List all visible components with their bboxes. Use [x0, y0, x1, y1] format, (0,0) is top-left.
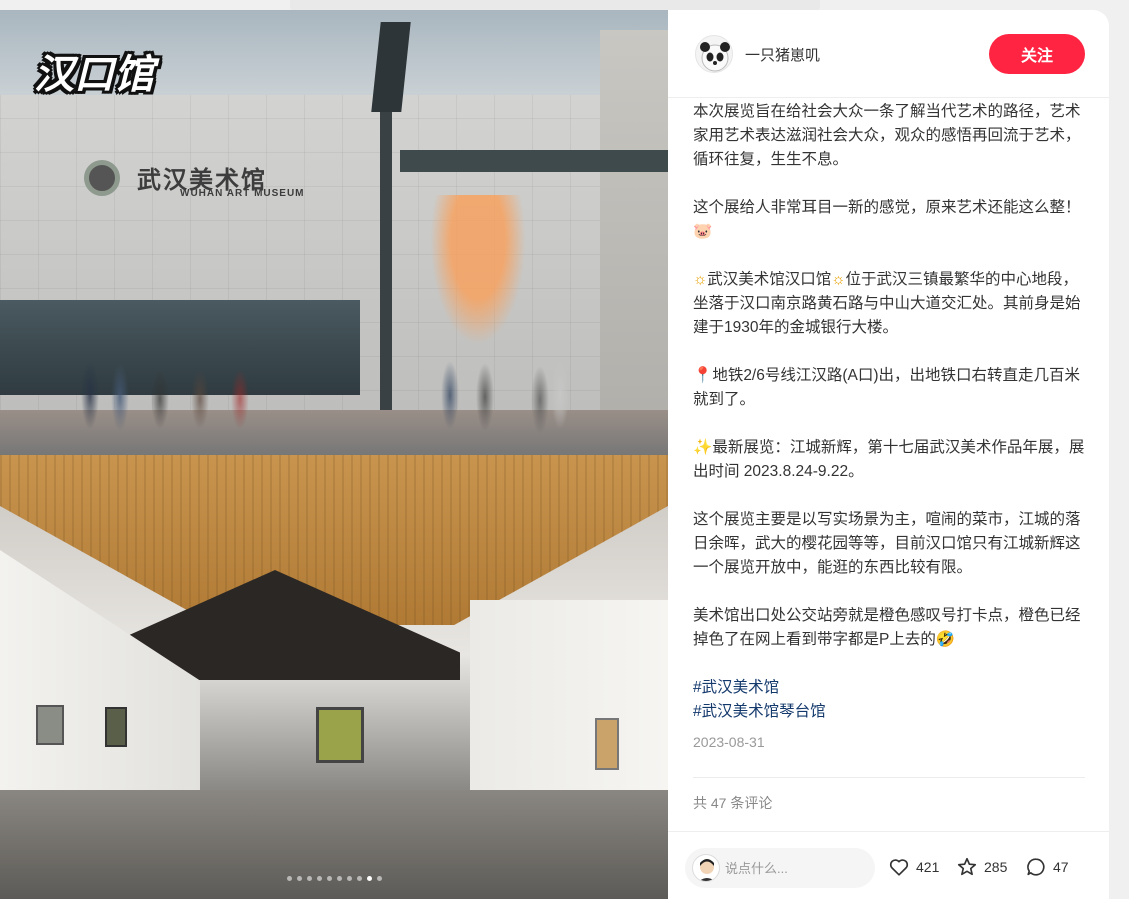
star-icon — [957, 857, 977, 876]
like-count: 421 — [916, 859, 940, 875]
sparkles-emoji-icon: ✨ — [693, 439, 713, 456]
collect-button[interactable]: 285 — [956, 856, 1007, 878]
image-overlay-title: 汉口馆 — [34, 53, 154, 97]
post-paragraph: 这个展给人非常耳目一新的感觉，原来艺术还能这么整！ 🐷 — [693, 199, 1081, 240]
post-side-panel: 一只猪崽叽 关注 本次展览旨在给社会大众一条了解当代艺术的路径，艺术家用艺术表达… — [668, 10, 1109, 899]
carousel-dot[interactable] — [316, 876, 322, 881]
hashtag-link[interactable]: #武汉美术馆琴台馆 — [693, 700, 1088, 724]
sun-emoji-icon: ☼ — [831, 271, 846, 288]
sun-emoji-icon: ☼ — [693, 271, 708, 288]
author-bar: 一只猪崽叽 关注 — [668, 10, 1109, 98]
chat-bubble-icon — [1027, 858, 1045, 876]
carousel-indicator — [0, 876, 668, 881]
carousel-dot[interactable] — [346, 876, 352, 881]
author-name[interactable]: 一只猪崽叽 — [745, 44, 820, 65]
carousel-dot[interactable] — [376, 876, 382, 881]
comment-count: 共 47 条评论 — [693, 795, 773, 811]
engagement-bar: 421 285 47 — [668, 831, 1109, 899]
comment-count-short: 47 — [1053, 859, 1069, 875]
post-paragraph: ✨最新展览：江城新辉，第十七届武汉美术作品年展，展出时间 2023.8.24-9… — [693, 439, 1085, 480]
pig-emoji-icon: 🐷 — [693, 223, 713, 240]
carousel-dot[interactable] — [366, 876, 372, 881]
post-detail-card: 武汉美术馆 WUHAN ART MUSEUM 汉口馆 一只猪崽叽 关注 本次展览… — [0, 10, 1109, 899]
highlight-name: 武汉美术馆汉口馆 — [707, 271, 832, 288]
carousel-dot[interactable] — [286, 876, 292, 881]
carousel-dot[interactable] — [306, 876, 312, 881]
post-date: 2023-08-31 — [693, 734, 765, 750]
collect-count: 285 — [984, 859, 1008, 875]
carousel-dot[interactable] — [326, 876, 332, 881]
comment-box[interactable] — [685, 848, 875, 888]
post-content: 本次展览旨在给社会大众一条了解当代艺术的路径，艺术家用艺术表达滋润社会大众，观众… — [693, 100, 1088, 724]
museum-sign-en: WUHAN ART MUSEUM — [180, 188, 305, 199]
hashtag-link[interactable]: #武汉美术馆 — [693, 676, 1088, 700]
like-button[interactable]: 421 — [888, 856, 939, 878]
post-tags: #武汉美术馆 #武汉美术馆琴台馆 — [693, 676, 1088, 724]
carousel-dot[interactable] — [296, 876, 302, 881]
carousel-dot[interactable] — [336, 876, 342, 881]
post-paragraph: 这个展览主要是以写实场景为主，喧闹的菜市，江城的落日余晖，武大的樱花园等等，目前… — [693, 511, 1081, 576]
comment-input[interactable] — [725, 848, 865, 888]
post-paragraph: 📍地铁2/6号线江汉路(A口)出，出地铁口右转直走几百米就到了。 — [693, 367, 1081, 408]
pin-emoji-icon: 📍 — [693, 367, 713, 384]
post-paragraph: 本次展览旨在给社会大众一条了解当代艺术的路径，艺术家用艺术表达滋润社会大众，观众… — [693, 103, 1081, 168]
post-paragraph: ☼武汉美术馆汉口馆☼位于武汉三镇最繁华的中心地段，坐落于汉口南京路黄石路与中山大… — [693, 271, 1081, 336]
post-image-carousel[interactable]: 武汉美术馆 WUHAN ART MUSEUM 汉口馆 — [0, 10, 668, 899]
laughing-emoji-icon: 🤣 — [935, 631, 956, 648]
panda-avatar-icon[interactable] — [695, 35, 733, 73]
divider — [693, 777, 1085, 778]
post-paragraph: 美术馆出口处公交站旁就是橙色感叹号打卡点，橙色已经掉色了在网上看到带字都是P上去… — [693, 607, 1081, 648]
carousel-dot[interactable] — [356, 876, 362, 881]
heart-icon — [889, 859, 909, 876]
follow-button[interactable]: 关注 — [989, 34, 1085, 74]
comment-button[interactable]: 47 — [1025, 856, 1069, 878]
user-avatar-icon — [692, 854, 720, 882]
